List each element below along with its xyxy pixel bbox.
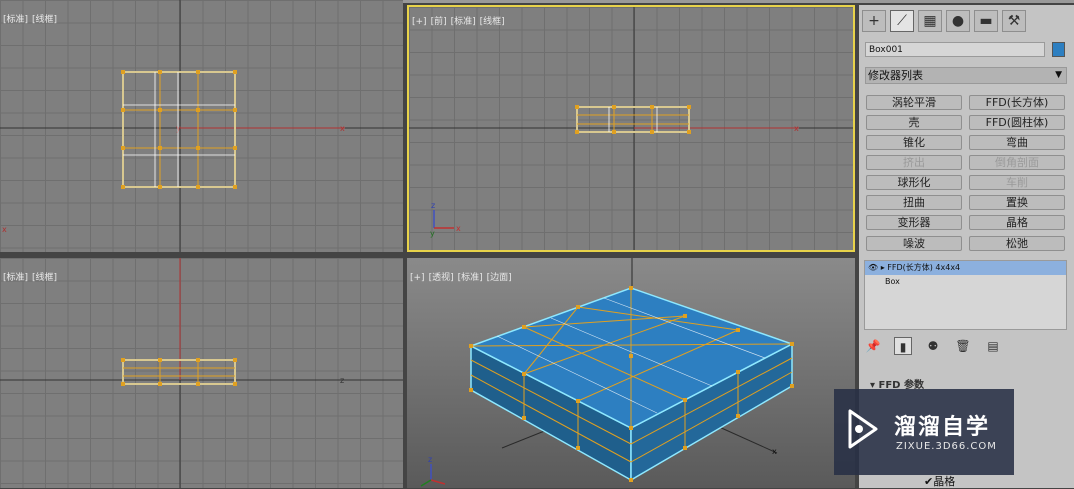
svg-text:x: x [456,224,461,233]
lattice-checkbox[interactable]: ✔晶格 [924,473,955,489]
modifier-button[interactable]: 弯曲 [969,135,1065,150]
modifier-button[interactable]: 置换 [969,195,1065,210]
stack-item-label: Box [885,277,900,286]
modifier-button[interactable]: 壳 [866,115,962,130]
dropdown-arrow-icon: ▼ [1055,70,1062,80]
viewport-label-item[interactable]: [标准] [3,15,28,25]
make-unique-icon[interactable]: ⚉ [924,337,942,355]
modifier-button[interactable]: 锥化 [866,135,962,150]
configure-icon[interactable]: ▤ [984,337,1002,355]
remove-modifier-icon[interactable]: 🗑 [954,337,972,355]
command-panel-tabs: + ⟋ ▦ ● ▬ ⚒ [862,10,1030,32]
modifier-button[interactable]: 涡轮平滑 [866,95,962,110]
modifier-button[interactable]: 球形化 [866,175,962,190]
viewport-perspective-label[interactable]: [+] [透视] [标准] [边面] [410,270,516,283]
viewport-label-item[interactable]: [透视] [429,273,454,283]
viewport-label-item[interactable]: [线框] [32,273,57,283]
viewport-left[interactable]: z [标准] [线框] [0,258,403,488]
watermark-url: ZIXUE.3D66.COM [896,441,997,452]
display-icon[interactable]: ▬ [974,10,998,32]
modifier-button[interactable]: 倒角剖面 [969,155,1065,170]
modifier-list-label: 修改器列表 [868,69,923,82]
utilities-icon[interactable]: ⚒ [1002,10,1026,32]
svg-text:x: x [340,124,345,133]
modifier-button[interactable]: 挤出 [866,155,962,170]
viewport-left-canvas: z [0,258,403,488]
viewport-label-item[interactable]: [前] [431,17,447,27]
pin-icon[interactable]: 📌 [864,337,882,355]
lattice-label: 晶格 [933,475,956,488]
svg-text:z: z [340,376,344,385]
modifier-button[interactable]: 变形器 [866,215,962,230]
viewport-label-item[interactable]: [+] [412,17,427,27]
modify-icon[interactable]: ⟋ [890,10,914,32]
viewport-front[interactable]: x z x y [+] [前] [标准] [线框] [407,5,855,252]
motion-icon[interactable]: ● [946,10,970,32]
stack-toolbar: 📌 ▮ ⚉ 🗑 ▤ [864,337,1014,355]
viewport-label-item[interactable]: [线框] [480,17,505,27]
viewport-top-label[interactable]: [标准] [线框] [3,12,61,25]
show-end-result-icon[interactable]: ▮ [894,337,912,355]
hierarchy-icon[interactable]: ▦ [918,10,942,32]
viewport-label-item[interactable]: [边面] [487,273,512,283]
stack-item[interactable]: 👁 ▸ FFD(长方体) 4x4x4 [865,261,1066,275]
create-icon[interactable]: + [862,10,886,32]
viewport-label-item[interactable]: [标准] [451,17,476,27]
viewport-front-label[interactable]: [+] [前] [标准] [线框] [412,14,509,27]
modifier-button[interactable]: FFD(长方体) [969,95,1065,110]
modifier-list-dropdown[interactable]: 修改器列表 ▼ [865,67,1067,84]
svg-text:x: x [772,447,777,456]
svg-text:y: y [430,229,435,238]
viewport-perspective[interactable]: x z [+] [透视] [标准] [边面] [407,258,855,488]
svg-text:x: x [2,225,7,234]
modifier-button[interactable]: 扭曲 [866,195,962,210]
viewport-label-item[interactable]: [标准] [458,273,483,283]
watermark-title: 溜溜自学 [894,415,991,440]
viewport-front-canvas: x z x y [409,7,853,250]
viewport-top[interactable]: x y x [标准] [线框] [0,0,403,252]
object-color-swatch[interactable] [1052,42,1065,57]
object-name-field[interactable]: Box001 [865,42,1045,57]
stack-item[interactable]: Box [865,275,1066,289]
modifier-button[interactable]: 车削 [969,175,1065,190]
viewport-top-canvas: x y x [0,0,403,252]
viewport-perspective-canvas: x z [420,258,794,487]
watermark: 溜溜自学 ZIXUE.3D66.COM [834,389,1014,475]
modifier-button[interactable]: FFD(圆柱体) [969,115,1065,130]
eye-icon[interactable]: 👁 ▸ [868,263,887,272]
viewport-label-item[interactable]: [+] [410,273,425,283]
modifier-button[interactable]: 松弛 [969,236,1065,251]
svg-text:z: z [431,201,435,210]
svg-text:x: x [794,124,799,133]
modifier-stack[interactable]: 👁 ▸ FFD(长方体) 4x4x4 Box [864,260,1067,330]
viewport-label-item[interactable]: [线框] [32,15,57,25]
svg-text:z: z [428,455,432,464]
svg-text:y: y [176,124,181,133]
watermark-logo-icon [848,409,878,449]
viewport-left-label[interactable]: [标准] [线框] [3,270,61,283]
stack-item-label: FFD(长方体) 4x4x4 [887,263,961,272]
modifier-button[interactable]: 晶格 [969,215,1065,230]
modifier-button[interactable]: 噪波 [866,236,962,251]
viewport-label-item[interactable]: [标准] [3,273,28,283]
